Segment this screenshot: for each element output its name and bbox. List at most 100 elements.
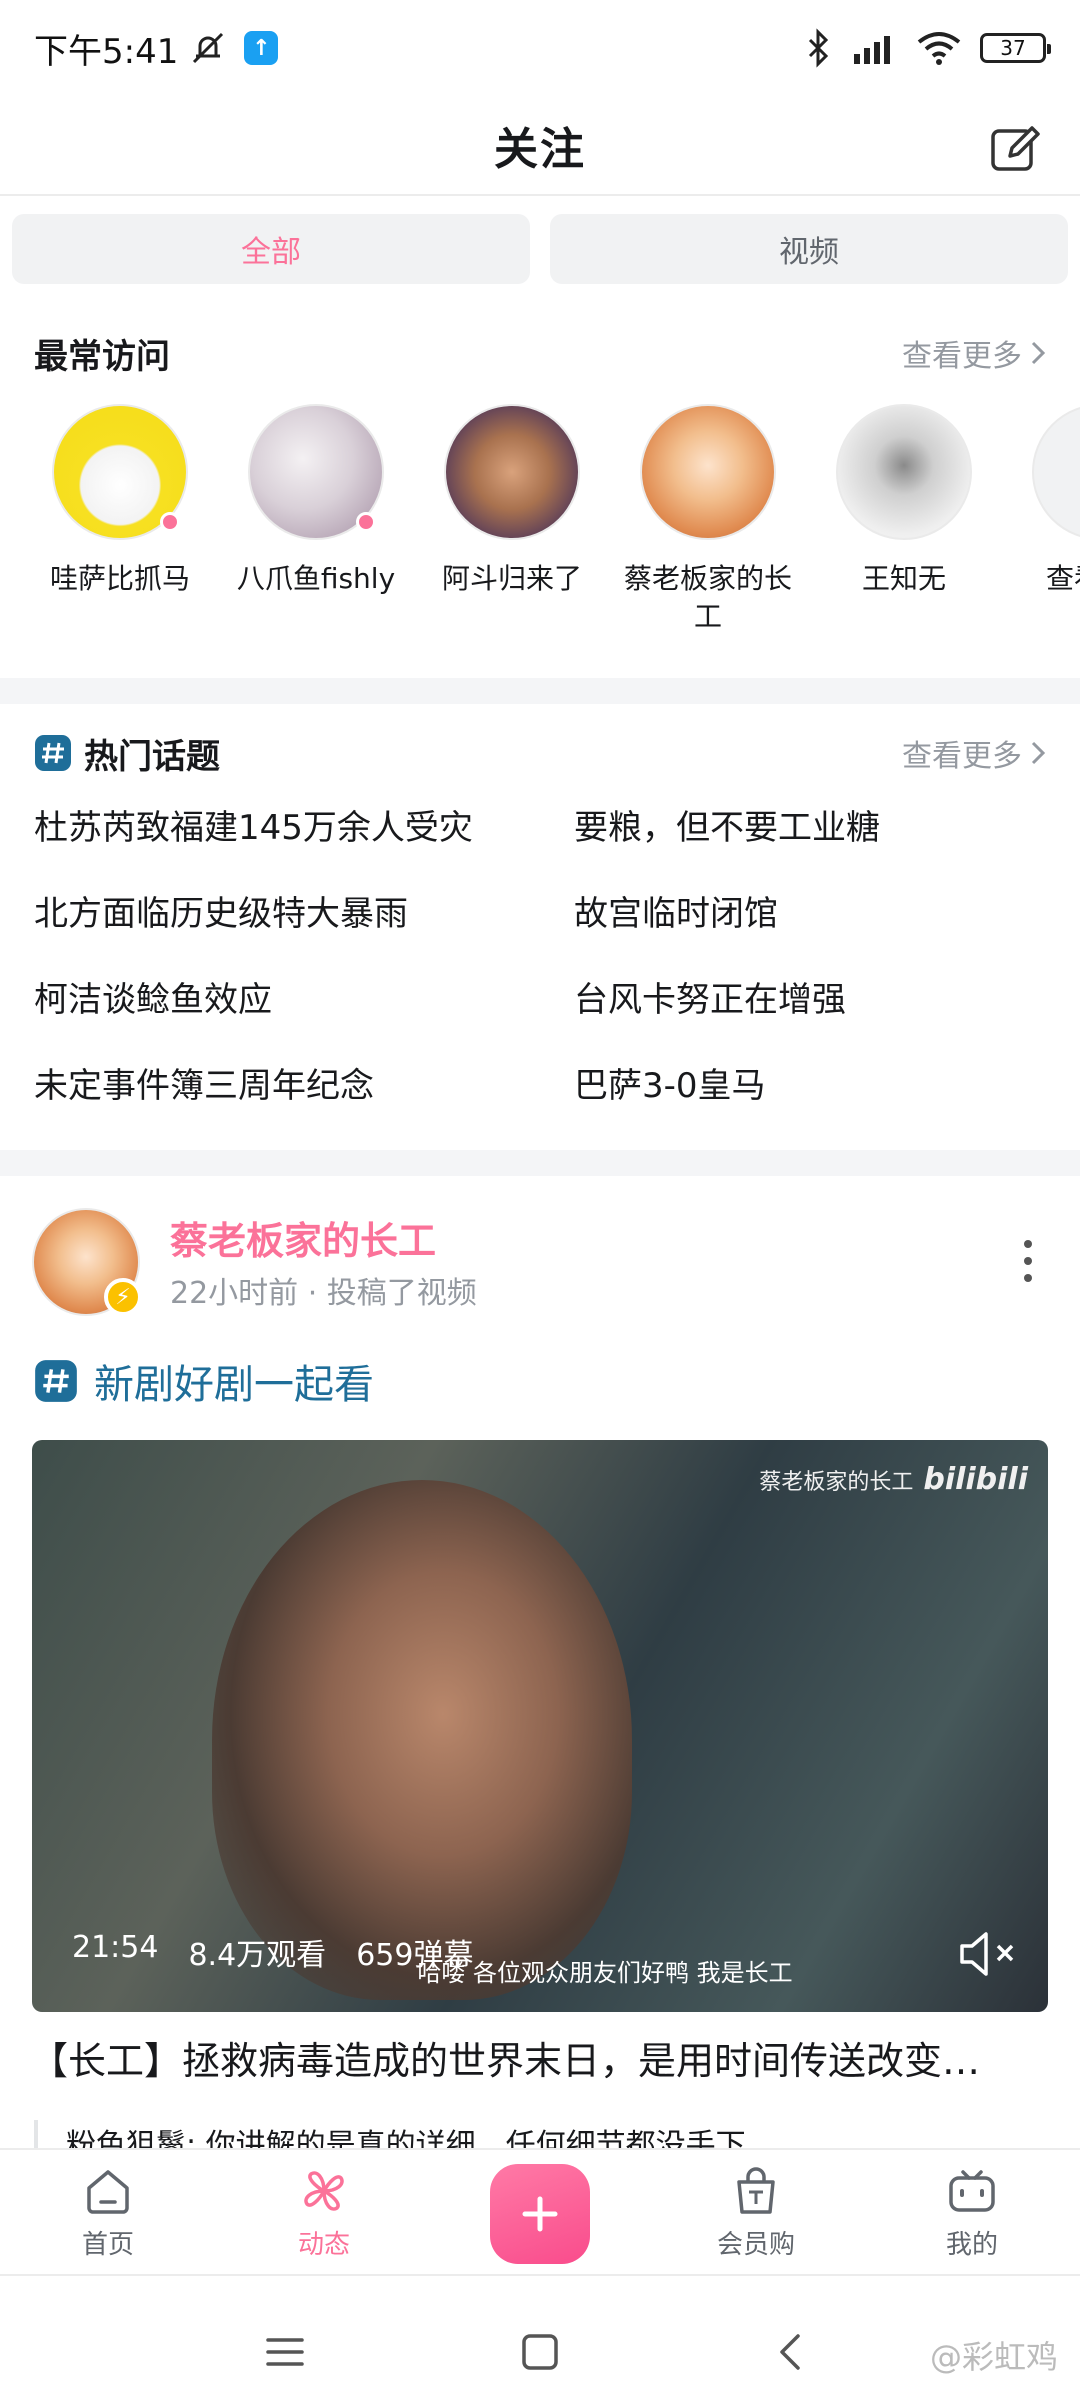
more-options-icon[interactable] [1010, 1236, 1046, 1286]
see-all-circle [1032, 404, 1080, 540]
live-indicator [356, 512, 376, 532]
avatar [836, 404, 972, 540]
bluetooth-icon [808, 28, 829, 68]
watermark: @彩虹鸡 [930, 2332, 1058, 2378]
hot-topics-title: 热门话题 [84, 736, 220, 777]
nav-dynamic[interactable]: 动态 [254, 2164, 394, 2261]
topic-item[interactable]: 杜苏芮致福建145万余人受灾 [34, 806, 574, 850]
tv-icon [949, 2170, 995, 2212]
battery-level: 37 [1000, 36, 1026, 60]
avatar [640, 404, 776, 540]
nav-profile[interactable]: 我的 [902, 2164, 1042, 2261]
post-topic-label: 新剧好剧一起看 [94, 1362, 374, 1408]
frequent-user[interactable]: 蔡老板家的长工 [610, 404, 806, 636]
back-chevron-icon[interactable] [774, 2332, 804, 2372]
avatar [444, 404, 580, 540]
status-time: 下午5:41 [34, 31, 179, 72]
menu-icon[interactable] [264, 2332, 306, 2372]
system-nav-bar: @彩虹鸡 [0, 2290, 1080, 2401]
topic-item[interactable]: 巴萨3-0皇马 [574, 1064, 1054, 1108]
frequent-title: 最常访问 [34, 336, 170, 377]
pinwheel-icon [304, 2171, 344, 2211]
post-author-avatar[interactable]: ⚡ [32, 1208, 142, 1316]
bottom-nav: 首页 动态 会员购 我的 [0, 2148, 1080, 2276]
hashtag-icon [35, 735, 71, 771]
create-post-button[interactable] [490, 2164, 590, 2264]
avatar [248, 404, 384, 540]
status-right: 37 [806, 28, 1051, 68]
topic-item[interactable]: 柯洁谈鲶鱼效应 [34, 978, 574, 1022]
video-stats: 21:54 8.4万观看 659弹幕 [72, 1930, 473, 1974]
topic-item[interactable]: 北方面临历史级特大暴雨 [34, 892, 574, 936]
topic-item[interactable]: 要粮，但不要工业糖 [574, 806, 1054, 850]
page-title: 关注 [494, 124, 586, 175]
status-bar: 下午5:41 ↑ 37 [0, 0, 1080, 96]
topic-item[interactable]: 未定事件簿三周年纪念 [34, 1064, 574, 1108]
frequent-user-name: 八爪鱼fishly [236, 562, 396, 595]
chevron-right-icon [1031, 741, 1046, 765]
post-topic-tag[interactable]: 新剧好剧一起看 [34, 1352, 374, 1410]
nav-label: 首页 [81, 2230, 134, 2260]
shopping-bag-icon [737, 2167, 775, 2214]
frequent-user[interactable]: 哇萨比抓马 [22, 404, 218, 598]
frequent-user-name: 阿斗归来了 [441, 562, 582, 595]
mute-bell-icon [193, 32, 224, 64]
status-left: 下午5:41 ↑ [34, 24, 279, 73]
hashtag-icon [35, 1360, 77, 1402]
frequent-user-name: 查看 [1046, 562, 1080, 595]
hot-topics-see-more[interactable]: 查看更多 [902, 731, 1046, 775]
plus-icon [522, 2196, 558, 2232]
frequent-user[interactable]: 八爪鱼fishly [218, 404, 414, 598]
verified-lightning-icon: ⚡ [104, 1278, 142, 1316]
nav-label: 我的 [945, 2230, 998, 2260]
frequent-section-header: 最常访问 查看更多 [34, 328, 1046, 378]
topic-item[interactable]: 故宫临时闭馆 [574, 892, 1054, 936]
section-divider [0, 678, 1080, 704]
nav-label: 会员购 [716, 2230, 795, 2260]
battery-indicator: 37 [980, 33, 1051, 63]
topic-item[interactable]: 台风卡努正在增强 [574, 978, 1054, 1022]
signal-icon [854, 36, 890, 64]
video-watermark: 蔡老板家的长工 bilibili [759, 1462, 1028, 1497]
post-title[interactable]: 【长工】拯救病毒造成的世界末日，是用时间传送改变… [30, 2030, 1050, 2085]
frequent-user[interactable]: 王知无 [806, 404, 1002, 598]
see-more-label: 查看更多 [902, 339, 1022, 374]
wifi-icon [917, 32, 961, 65]
frequent-user-name: 蔡老板家的长工 [623, 562, 792, 633]
watermark-text: @彩虹鸡 [929, 2338, 1058, 2376]
top-comment[interactable]: 粉色狙鬣: 你讲解的是真的详细，任何细节都没手下 [34, 2120, 1044, 2150]
video-views: 8.4万观看 [188, 1938, 327, 1973]
hot-topics-header: 热门话题 查看更多 [34, 728, 1046, 778]
home-icon [87, 2170, 129, 2214]
nav-home[interactable]: 首页 [38, 2164, 178, 2261]
see-more-label: 查看更多 [902, 739, 1022, 774]
tab-video[interactable]: 视频 [550, 214, 1068, 284]
avatar [52, 404, 188, 540]
bilibili-logo: bilibili [923, 1462, 1028, 1497]
video-player[interactable]: 蔡老板家的长工 bilibili 哈喽 各位观众朋友们好鸭 我是长工 21:54… [32, 1440, 1048, 2012]
upload-notification-icon: ↑ [244, 31, 279, 65]
frequent-user[interactable]: 阿斗归来了 [414, 404, 610, 598]
nav-mall[interactable]: 会员购 [686, 2164, 826, 2261]
mute-speaker-icon[interactable] [956, 1926, 1020, 1982]
frequent-see-all[interactable]: 查看 [1002, 404, 1080, 598]
page-header: 关注 [0, 96, 1080, 196]
hot-topics-list: 杜苏芮致福建145万余人受灾 要粮，但不要工业糖 北方面临历史级特大暴雨 故宫临… [34, 806, 1054, 1108]
hot-topics-title-wrap: 热门话题 [34, 729, 220, 778]
watermark-uploader: 蔡老板家的长工 [759, 1469, 914, 1495]
frequent-list: 哇萨比抓马 八爪鱼fishly 阿斗归来了 蔡老板家的长工 王知无 查看 [0, 404, 1080, 644]
frequent-see-more[interactable]: 查看更多 [902, 331, 1046, 375]
compose-edit-icon[interactable] [990, 122, 1042, 174]
video-duration: 21:54 [72, 1930, 159, 1965]
post-author-name[interactable]: 蔡老板家的长工 [170, 1210, 436, 1265]
post-meta: 22小时前 · 投稿了视频 [170, 1276, 477, 1311]
video-danmaku: 659弹幕 [356, 1938, 474, 1973]
tab-all[interactable]: 全部 [12, 214, 530, 284]
chevron-right-icon [1031, 341, 1046, 365]
home-square-icon[interactable] [520, 2332, 560, 2372]
frequent-user-name: 王知无 [861, 562, 946, 595]
frequent-user-name: 哇萨比抓马 [49, 562, 190, 595]
video-thumbnail [212, 1480, 632, 2000]
section-divider [0, 1150, 1080, 1176]
nav-label: 动态 [297, 2230, 350, 2260]
